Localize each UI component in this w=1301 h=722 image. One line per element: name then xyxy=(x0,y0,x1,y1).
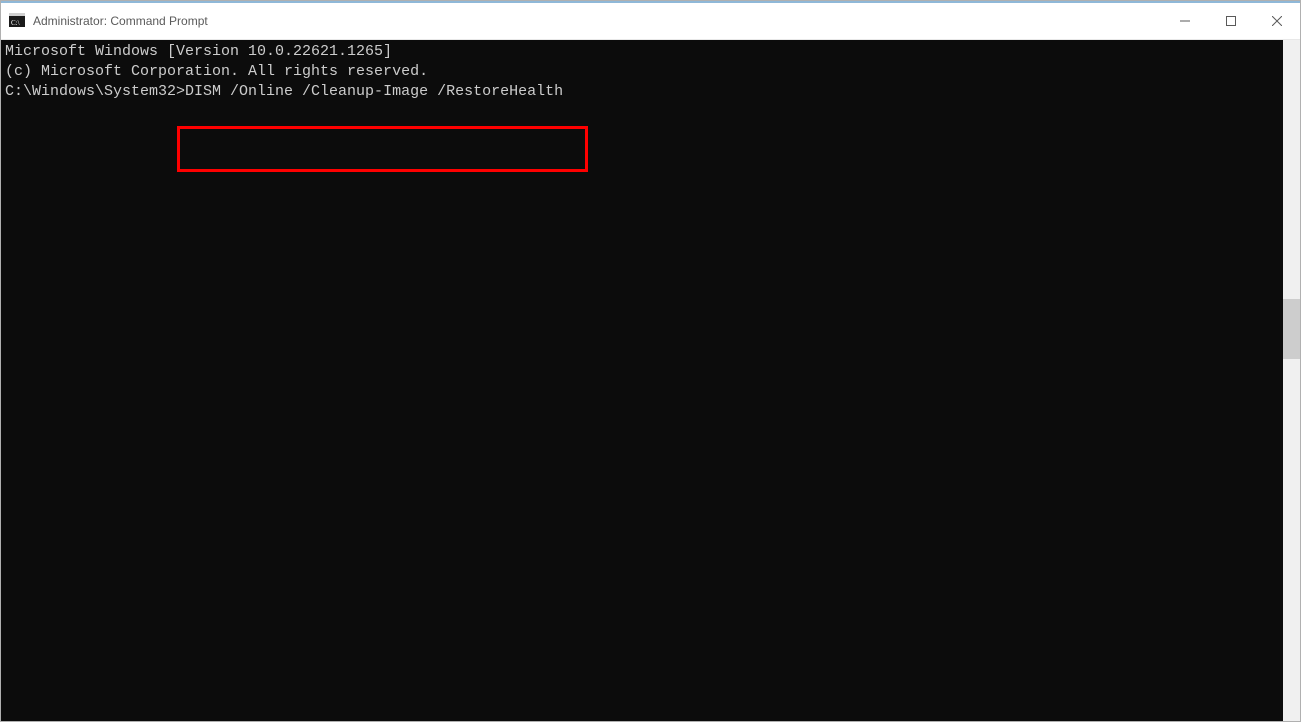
terminal-line: Microsoft Windows [Version 10.0.22621.12… xyxy=(5,42,1296,62)
terminal-output[interactable]: Microsoft Windows [Version 10.0.22621.12… xyxy=(1,40,1300,721)
svg-text:C:\: C:\ xyxy=(11,19,20,27)
titlebar[interactable]: C:\ Administrator: Command Prompt xyxy=(1,3,1300,40)
minimize-button[interactable] xyxy=(1162,3,1208,39)
command-prompt-window: C:\ Administrator: Command Prompt Micros… xyxy=(0,0,1301,722)
cmd-icon: C:\ xyxy=(9,13,25,29)
typed-command: DISM /Online /Cleanup-Image /RestoreHeal… xyxy=(185,83,563,100)
scrollbar-thumb[interactable] xyxy=(1283,299,1300,359)
window-controls xyxy=(1162,3,1300,39)
prompt-path: C:\Windows\System32> xyxy=(5,83,185,100)
scrollbar-track[interactable] xyxy=(1283,40,1300,721)
window-title: Administrator: Command Prompt xyxy=(33,14,1162,28)
close-button[interactable] xyxy=(1254,3,1300,39)
maximize-button[interactable] xyxy=(1208,3,1254,39)
terminal-line: (c) Microsoft Corporation. All rights re… xyxy=(5,62,1296,82)
annotation-highlight-box xyxy=(177,126,588,172)
terminal-prompt-line: C:\Windows\System32>DISM /Online /Cleanu… xyxy=(5,82,1296,102)
